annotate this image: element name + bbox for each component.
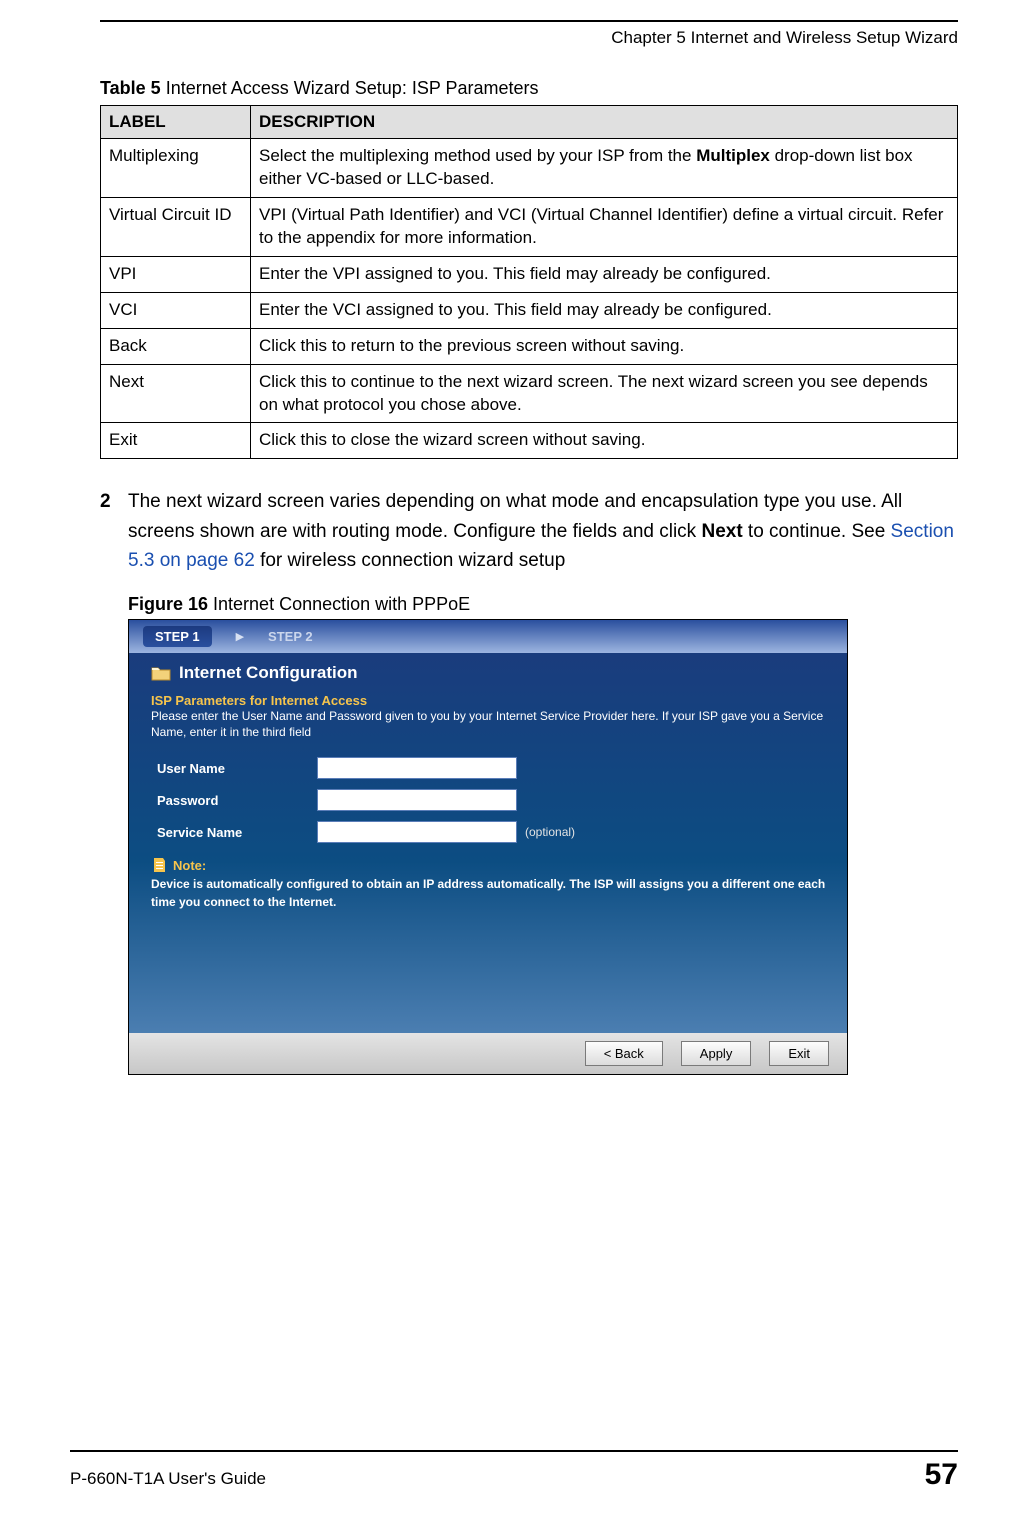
table-row: Back Click this to return to the previou… (101, 328, 958, 364)
user-name-input[interactable] (317, 757, 517, 779)
note-icon (151, 857, 167, 873)
figure-caption: Figure 16 Internet Connection with PPPoE (128, 594, 958, 615)
wizard-title: Internet Configuration (151, 663, 829, 683)
service-name-input[interactable] (317, 821, 517, 843)
isp-parameters-table: LABEL DESCRIPTION Multiplexing Select th… (100, 105, 958, 459)
table-row: Multiplexing Select the multiplexing met… (101, 139, 958, 198)
step-1-tab[interactable]: STEP 1 (143, 626, 212, 647)
table-row: Exit Click this to close the wizard scre… (101, 423, 958, 459)
note-body: Device is automatically configured to ob… (151, 875, 829, 911)
table-row: Virtual Circuit ID VPI (Virtual Path Ide… (101, 197, 958, 256)
step-paragraph: 2 The next wizard screen varies dependin… (100, 487, 958, 575)
back-button[interactable]: < Back (585, 1041, 663, 1066)
service-name-label: Service Name (157, 825, 317, 840)
password-label: Password (157, 793, 317, 808)
col-label: LABEL (101, 106, 251, 139)
wizard-description: Please enter the User Name and Password … (151, 708, 829, 742)
chapter-header: Chapter 5 Internet and Wireless Setup Wi… (100, 28, 958, 48)
folder-icon (151, 665, 171, 681)
table-row: Next Click this to continue to the next … (101, 364, 958, 423)
user-name-label: User Name (157, 761, 317, 776)
wizard-screenshot: STEP 1 ▶ STEP 2 Internet Configuration I… (128, 619, 848, 1075)
apply-button[interactable]: Apply (681, 1041, 752, 1066)
step-2-tab[interactable]: STEP 2 (268, 629, 313, 644)
table-row: VCI Enter the VCI assigned to you. This … (101, 292, 958, 328)
footer-guide: P-660N-T1A User's Guide (70, 1469, 266, 1489)
password-input[interactable] (317, 789, 517, 811)
wizard-footer: < Back Apply Exit (129, 1033, 847, 1074)
chevron-right-icon: ▶ (236, 630, 244, 643)
wizard-subtitle: ISP Parameters for Internet Access (151, 693, 829, 708)
note-heading: Note: (151, 857, 829, 873)
col-description: DESCRIPTION (251, 106, 958, 139)
page-number: 57 (925, 1458, 958, 1492)
table-caption: Table 5 Internet Access Wizard Setup: IS… (100, 78, 958, 99)
wizard-steps-bar: STEP 1 ▶ STEP 2 (129, 620, 847, 653)
optional-text: (optional) (525, 825, 575, 839)
exit-button[interactable]: Exit (769, 1041, 829, 1066)
table-row: VPI Enter the VPI assigned to you. This … (101, 256, 958, 292)
